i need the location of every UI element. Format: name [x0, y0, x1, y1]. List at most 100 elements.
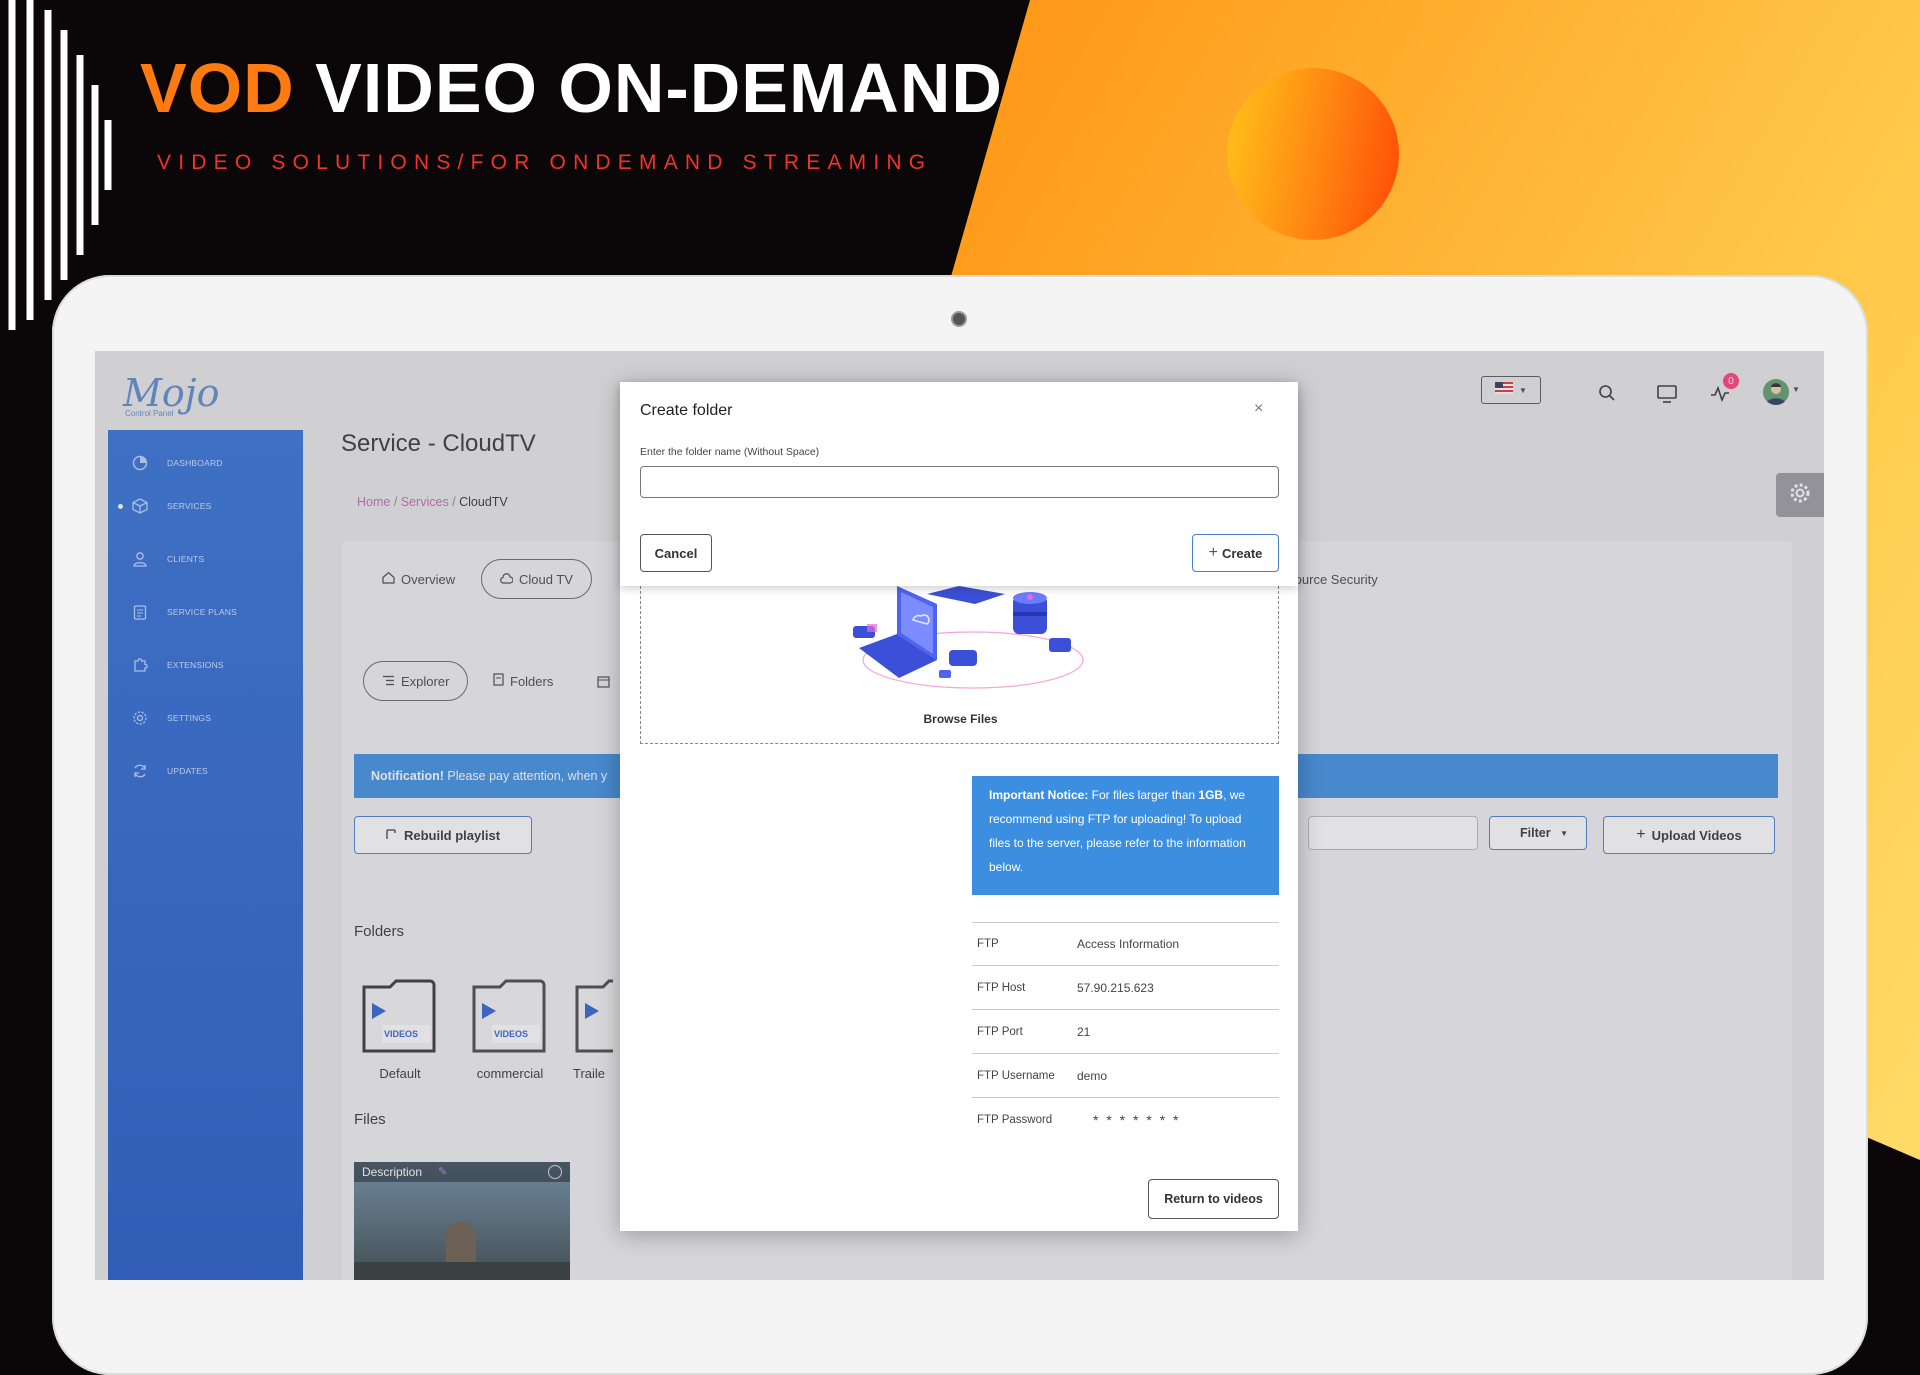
video-folder-icon — [472, 979, 546, 1053]
folder-trailer[interactable]: Traile — [573, 977, 613, 1081]
filter-dropdown[interactable]: Filter ▼ — [1489, 816, 1587, 850]
ftp-key: FTP Host — [977, 981, 1026, 994]
pilot-figure — [446, 1222, 476, 1266]
close-icon[interactable]: × — [1254, 400, 1263, 418]
sidebar: DASHBOARD SERVICES CLIENTS SERVICE PLANS… — [108, 430, 303, 1280]
modal-title: Create folder — [640, 402, 733, 419]
filter-label: Filter — [1520, 826, 1551, 840]
banner-title-rest: VIDEO ON-DEMAND — [294, 49, 1003, 127]
folder-default[interactable]: VIDEOS Default — [354, 977, 446, 1081]
activity-icon[interactable] — [1710, 385, 1730, 408]
tab-label: Folders — [510, 673, 554, 689]
ftp-key: FTP Username — [977, 1069, 1055, 1082]
breadcrumb-current: CloudTV — [459, 495, 508, 509]
search-input[interactable] — [1308, 816, 1478, 850]
search-icon[interactable] — [1598, 384, 1616, 407]
gear-icon — [1789, 482, 1811, 509]
sidebar-item-service-plans[interactable]: SERVICE PLANS — [108, 594, 303, 630]
notification-strong: Notification! — [371, 769, 444, 783]
document-icon — [493, 673, 504, 689]
folder-commercial[interactable]: VIDEOS commercial — [464, 977, 556, 1081]
create-button[interactable]: + Create — [1192, 534, 1279, 572]
folder-name-label: Enter the folder name (Without Space) — [640, 446, 820, 458]
tab-explorer[interactable]: Explorer — [363, 661, 469, 701]
button-label: Rebuild playlist — [403, 827, 501, 843]
chevron-down-icon: ▼ — [1519, 385, 1527, 395]
laptop-camera — [953, 313, 965, 325]
sidebar-item-label: SETTINGS — [167, 713, 212, 723]
tab-label: Overview — [401, 571, 456, 587]
ftp-value: 21 — [1077, 1024, 1091, 1039]
clipboard-icon — [130, 602, 150, 622]
modal-header-section: Create folder × Enter the folder name (W… — [620, 382, 1298, 586]
table-header-row: FTP Access Information — [972, 922, 1279, 966]
banner-title-accent: VOD — [140, 49, 295, 127]
banner-title: VOD VIDEO ON-DEMAND — [140, 48, 1003, 128]
sidebar-item-updates[interactable]: UPDATES — [108, 753, 303, 789]
plus-icon: + — [1208, 544, 1218, 561]
sidebar-item-clients[interactable]: CLIENTS — [108, 541, 303, 577]
avatar[interactable] — [1763, 379, 1789, 405]
upload-videos-button[interactable]: + Upload Videos — [1603, 816, 1775, 854]
sidebar-item-services[interactable]: SERVICES — [108, 488, 303, 524]
sidebar-item-label: SERVICE PLANS — [167, 607, 237, 617]
tab-label: Cloud TV — [519, 571, 573, 587]
dashboard-icon — [130, 453, 150, 473]
sidebar-item-label: CLIENTS — [167, 554, 205, 564]
notice-strong: Important Notice: — [989, 788, 1089, 802]
ftp-key: FTP Port — [977, 1025, 1023, 1038]
box-icon — [130, 496, 150, 516]
sidebar-item-settings[interactable]: SETTINGS — [108, 700, 303, 736]
sidebar-item-label: DASHBOARD — [167, 458, 223, 468]
cloud-upload-illustration — [853, 586, 1084, 689]
create-folder-modal: Browse Files Create folder × Enter the f… — [620, 382, 1298, 1231]
table-row: FTP Username demo — [972, 1054, 1279, 1098]
folder-label: Traile — [573, 1066, 606, 1081]
tab-folders[interactable]: Folders — [493, 661, 553, 701]
tab-cloud-tv[interactable]: Cloud TV — [481, 559, 592, 599]
delete-icon[interactable] — [548, 1165, 562, 1179]
button-label: Create — [1221, 545, 1263, 561]
refresh-icon — [130, 761, 150, 781]
table-row: FTP Host 57.90.215.623 — [972, 966, 1279, 1010]
notice-size: 1GB — [1198, 788, 1224, 802]
us-flag-icon — [1495, 381, 1514, 399]
cancel-button[interactable]: Cancel — [640, 534, 712, 572]
edit-icon[interactable]: ✎ — [438, 1165, 447, 1178]
table-row: FTP Password * * * * * * * — [972, 1098, 1279, 1142]
folders-heading: Folders — [354, 923, 405, 940]
ftp-value: * * * * * * * — [1093, 1112, 1181, 1128]
return-to-videos-button[interactable]: Return to videos — [1148, 1179, 1279, 1219]
active-indicator — [118, 503, 123, 509]
sidebar-item-label: SERVICES — [167, 501, 212, 511]
home-icon — [382, 571, 395, 587]
file-dropzone[interactable]: Browse Files — [640, 586, 1279, 744]
gear-icon — [130, 708, 150, 728]
ftp-key: FTP Password — [977, 1114, 1053, 1126]
folder-badge: VIDEOS — [494, 1029, 529, 1039]
important-notice: Important Notice: For files larger than … — [972, 776, 1279, 895]
list-icon — [382, 674, 395, 689]
language-selector[interactable]: ▼ — [1481, 376, 1541, 404]
video-folder-icon — [575, 979, 613, 1053]
notice-text-1: For files larger than — [1088, 788, 1199, 802]
browse-files-label[interactable]: Browse Files — [641, 712, 1280, 726]
calendar-icon[interactable] — [597, 675, 610, 693]
breadcrumb-home[interactable]: Home — [357, 495, 390, 509]
chevron-down-icon[interactable]: ▼ — [1792, 385, 1800, 394]
app-logo-subtitle: Control Panel — [125, 409, 174, 418]
folder-name-input[interactable] — [640, 466, 1279, 498]
button-label: Upload Videos — [1651, 827, 1742, 843]
sidebar-item-dashboard[interactable]: DASHBOARD — [108, 445, 303, 481]
tab-source-security[interactable]: Source Security — [1286, 559, 1378, 599]
file-description[interactable]: Description — [362, 1165, 422, 1179]
file-thumbnail[interactable]: Description ✎ — [354, 1162, 570, 1280]
sidebar-item-extensions[interactable]: EXTENSIONS — [108, 647, 303, 683]
settings-gear-button[interactable] — [1776, 473, 1824, 517]
monitor-icon[interactable] — [1657, 385, 1677, 408]
tab-overview[interactable]: Overview — [382, 559, 455, 599]
breadcrumb-services[interactable]: Services — [401, 495, 449, 509]
ftp-info-table: FTP Access Information FTP Host 57.90.21… — [972, 922, 1279, 1142]
rebuild-playlist-button[interactable]: Rebuild playlist — [354, 816, 532, 854]
sidebar-item-label: EXTENSIONS — [167, 660, 224, 670]
